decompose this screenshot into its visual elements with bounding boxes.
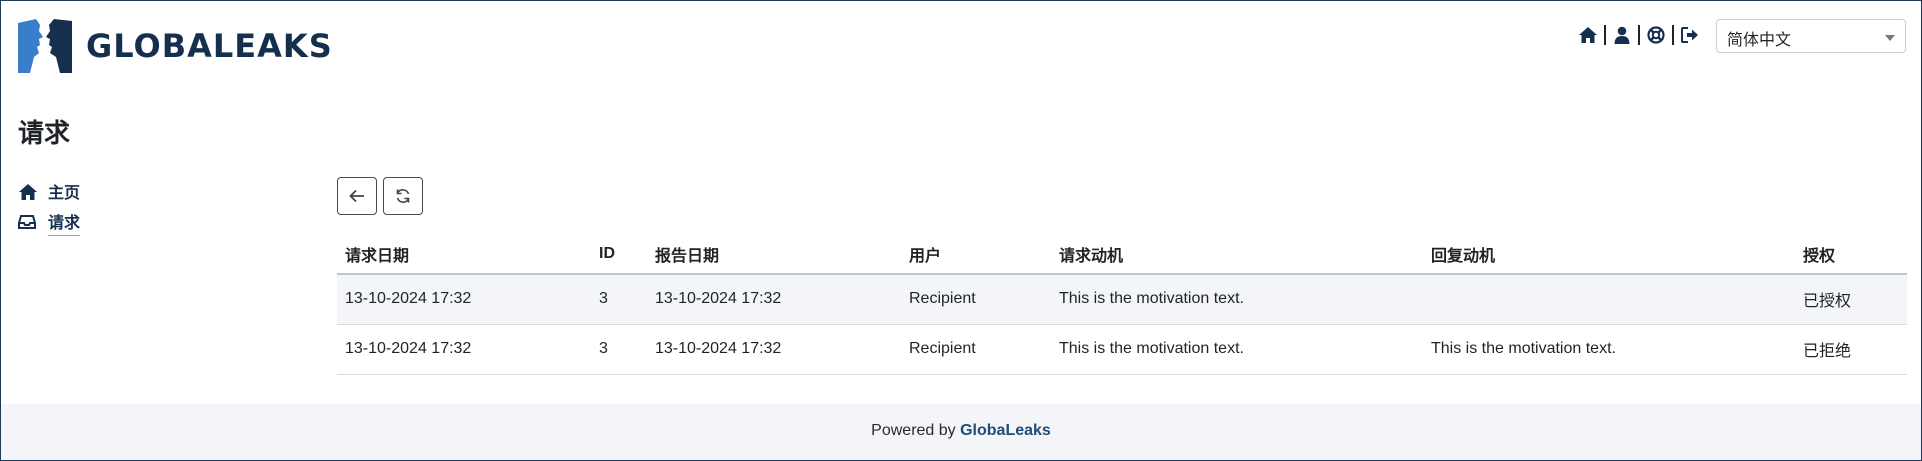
top-icon-bar — [1577, 23, 1701, 47]
column-header[interactable]: 回复动机 — [1423, 234, 1795, 275]
inbox-icon — [18, 213, 38, 231]
report-date-cell: 13-10-2024 17:32 — [647, 324, 901, 375]
authorization-cell: 已授权 — [1795, 274, 1907, 325]
header: GLOBALEAKS 简体中文 — [1, 1, 1921, 91]
logo[interactable]: GLOBALEAKS — [16, 17, 333, 75]
divider — [1672, 25, 1674, 45]
authorization-cell: 已拒绝 — [1795, 324, 1907, 375]
language-select-value: 简体中文 — [1727, 32, 1792, 49]
divider — [1604, 25, 1606, 45]
logout-icon[interactable] — [1679, 24, 1701, 46]
report-date-cell: 13-10-2024 17:32 — [647, 274, 901, 325]
request-date-cell: 13-10-2024 17:32 — [337, 324, 591, 375]
request-date-cell: 13-10-2024 17:32 — [337, 274, 591, 325]
back-arrow-icon — [349, 189, 364, 203]
user-cell: Recipient — [901, 274, 1051, 325]
language-select[interactable]: 简体中文 — [1716, 19, 1906, 53]
page-title: 请求 — [18, 118, 71, 148]
sidebar-item-label: 请求 — [48, 209, 81, 236]
request-motivation-cell: This is the motivation text. — [1051, 274, 1423, 325]
column-header[interactable]: 报告日期 — [647, 234, 901, 275]
user-cell: Recipient — [901, 324, 1051, 375]
sidebar: 主页 请求 — [18, 177, 81, 237]
id-cell: 3 — [591, 274, 647, 325]
footer-brand-link[interactable]: GlobaLeaks — [960, 422, 1051, 439]
refresh-icon — [396, 189, 410, 203]
brand-name: GLOBALEAKS — [86, 27, 333, 65]
lifebuoy-icon[interactable] — [1645, 24, 1667, 46]
table-row[interactable]: 13-10-2024 17:32 3 13-10-2024 17:32 Reci… — [337, 324, 1907, 375]
column-header[interactable]: 授权 — [1795, 234, 1907, 275]
footer: Powered by GlobaLeaks — [1, 404, 1921, 460]
reply-motivation-cell — [1423, 274, 1795, 325]
column-header[interactable]: 请求日期 — [337, 234, 591, 275]
divider — [1638, 25, 1640, 45]
chevron-down-icon — [1885, 35, 1895, 41]
table-row[interactable]: 13-10-2024 17:32 3 13-10-2024 17:32 Reci… — [337, 274, 1907, 325]
request-motivation-cell: This is the motivation text. — [1051, 324, 1423, 375]
sidebar-item-home[interactable]: 主页 — [18, 177, 80, 207]
column-header[interactable]: ID — [591, 234, 647, 275]
column-header[interactable]: 请求动机 — [1051, 234, 1423, 275]
home-icon[interactable] — [1577, 24, 1599, 46]
sidebar-item-requests[interactable]: 请求 — [18, 207, 81, 237]
id-cell: 3 — [591, 324, 647, 375]
globaleaks-logo-icon — [18, 19, 72, 73]
home-icon — [18, 183, 38, 201]
column-header[interactable]: 用户 — [901, 234, 1051, 275]
refresh-button[interactable] — [383, 177, 423, 215]
table-header-row: 请求日期 ID 报告日期 用户 请求动机 回复动机 授权 — [337, 234, 1907, 275]
user-icon[interactable] — [1611, 24, 1633, 46]
sidebar-item-label: 主页 — [48, 185, 81, 202]
toolbar — [337, 177, 423, 215]
requests-table: 请求日期 ID 报告日期 用户 请求动机 回复动机 授权 13-10-2024 … — [337, 234, 1907, 375]
back-button[interactable] — [337, 177, 377, 215]
reply-motivation-cell: This is the motivation text. — [1423, 324, 1795, 375]
footer-prefix: Powered by — [871, 422, 961, 439]
